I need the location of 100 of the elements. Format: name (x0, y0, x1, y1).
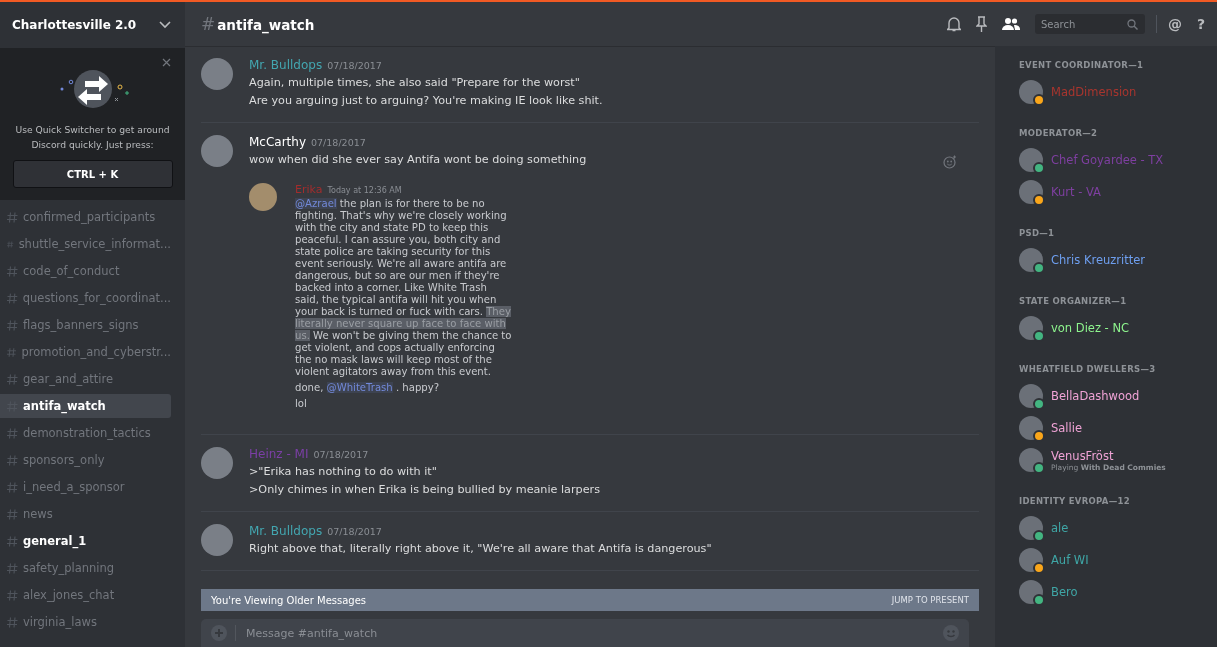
channel-item[interactable]: antifa_watch (0, 394, 171, 418)
message-text: lol (295, 398, 308, 410)
channel-item[interactable]: gear_and_attire (0, 367, 171, 391)
search-icon (1126, 19, 1138, 30)
username: Erika (295, 183, 323, 196)
avatar[interactable] (201, 135, 233, 167)
username[interactable]: Mr. Bulldops (249, 524, 323, 538)
hash-icon (7, 562, 18, 574)
message-input[interactable]: Message #antifa_watch (244, 625, 935, 641)
avatar[interactable] (1019, 580, 1043, 604)
avatar[interactable] (1019, 148, 1043, 172)
avatar[interactable] (1019, 248, 1043, 272)
bell-icon[interactable] (946, 16, 961, 32)
role-heading: WHEATFIELD DWELLERS—3 (1019, 364, 1157, 374)
channel-item[interactable]: news (0, 502, 171, 526)
member-name[interactable]: MadDimension (1051, 85, 1137, 99)
mention-link[interactable]: @WhiteTrash (326, 382, 393, 393)
hash-icon (7, 238, 14, 250)
hash-icon (7, 319, 18, 331)
message-composer[interactable]: Message #antifa_watch (201, 619, 969, 647)
add-reaction-icon[interactable] (943, 155, 957, 169)
channel-title: antifa_watch (217, 17, 315, 33)
member-name[interactable]: Auf WI (1051, 553, 1089, 567)
help-icon[interactable]: ? (1196, 16, 1205, 32)
channel-item[interactable]: demonstration_tactics (0, 421, 171, 445)
username[interactable]: McCarthy (249, 135, 307, 149)
hash-icon (7, 616, 18, 628)
timestamp: 07/18/2017 (313, 449, 369, 460)
jump-to-present-link[interactable]: JUMP TO PRESENT (891, 595, 969, 605)
channel-item[interactable]: sponsors_only (0, 448, 171, 472)
avatar[interactable] (1019, 180, 1043, 204)
member-name[interactable]: Chris Kreuzritter (1051, 253, 1146, 267)
member-name[interactable]: Chef Goyardee - TX (1051, 153, 1164, 167)
message-text: >"Erika has nothing to do with it" (249, 464, 437, 480)
hash-icon (7, 211, 18, 223)
avatar[interactable] (201, 58, 233, 90)
channel-item[interactable]: i_need_a_sponsor (0, 475, 171, 499)
channel-item[interactable]: alex_jones_chat (0, 583, 171, 607)
member-name[interactable]: Kurt - VA (1051, 185, 1101, 199)
shortcut-button[interactable]: CTRL + K (12, 160, 173, 188)
pin-icon[interactable] (975, 16, 987, 32)
hash-icon (7, 373, 18, 385)
timestamp: 07/18/2017 (327, 526, 382, 537)
role-heading: EVENT COORDINATOR—1 (1019, 60, 1145, 70)
username[interactable]: Heinz - MI (249, 447, 309, 461)
message-text: @Azrael the plan is for there to be no fighting. That's why we're closely working with the city and state PD to keep this peaceful. I can assure you, both city and state police are taking security for this event seriously. We're all aware antifa are dangerous, but so are our men if they're backed into a corner. Like White Trash said, the typical antifa will hit you when your back is turned or fuck with cars. They literally never square up face to face with us. We won't be giving them the chance to get violent, and cops actually enforcing the no mask laws will keep most of the violent agitators away from this event. (295, 198, 513, 378)
avatar[interactable] (1019, 384, 1043, 408)
hash-icon (7, 292, 18, 304)
avatar[interactable] (1019, 316, 1043, 340)
hash-icon (7, 589, 18, 601)
avatar (249, 183, 277, 211)
message-text: wow when did she ever say Antifa wont be doing something (249, 152, 587, 168)
role-heading: PSD—1 (1019, 228, 1056, 238)
hash-icon (7, 508, 18, 520)
avatar[interactable] (1019, 548, 1043, 572)
chevron-down-icon[interactable] (159, 21, 171, 29)
avatar[interactable] (1019, 80, 1043, 104)
members-icon[interactable] (1001, 17, 1020, 31)
role-heading: IDENTITY EVROPA—12 (1019, 496, 1131, 506)
username[interactable]: Mr. Bulldops (249, 58, 323, 72)
hash-icon (7, 454, 18, 466)
channel-item[interactable]: virginia_laws (0, 610, 171, 634)
mention-link[interactable]: @Azrael (295, 198, 337, 209)
mention-icon[interactable]: @ (1167, 16, 1182, 32)
channel-item[interactable]: shuttle_service_informat... (0, 232, 171, 256)
channel-item[interactable]: promotion_and_cyberstr... (0, 340, 171, 364)
channel-item[interactable]: safety_planning (0, 556, 171, 580)
message-text: done, @WhiteTrash . happy? (295, 382, 441, 394)
avatar[interactable] (1019, 416, 1043, 440)
channel-item[interactable]: questions_for_coordinat... (0, 286, 171, 310)
member-name[interactable]: BellaDashwood (1051, 389, 1140, 403)
avatar[interactable] (1019, 448, 1043, 472)
close-icon[interactable] (162, 58, 171, 67)
avatar[interactable] (1019, 516, 1043, 540)
member-name[interactable]: von Diez - NC (1051, 321, 1130, 335)
role-heading: STATE ORGANIZER—1 (1019, 296, 1128, 306)
timestamp: Today at 12:36 AM (327, 186, 402, 195)
older-messages-text: You're Viewing Older Messages (211, 594, 367, 606)
hash-icon (7, 265, 18, 277)
timestamp: 07/18/2017 (327, 60, 382, 71)
hash-icon (7, 481, 18, 493)
hash-icon (7, 535, 18, 547)
server-name: Charlottesville 2.0 (12, 18, 137, 32)
channel-item[interactable]: code_of_conduct (0, 259, 171, 283)
member-name[interactable]: ale (1051, 521, 1069, 535)
member-name[interactable]: Sallie (1051, 421, 1082, 435)
server-header[interactable]: Charlottesville 2.0 (0, 2, 185, 48)
member-name[interactable]: VenusFröst (1051, 448, 1166, 463)
hash-icon (7, 346, 17, 358)
timestamp: 07/18/2017 (311, 137, 366, 148)
channel-item[interactable]: flags_banners_signs (0, 313, 171, 337)
message-text: Are you arguing just to arguing? You're making IE look like shit. (249, 93, 603, 109)
avatar[interactable] (201, 524, 233, 556)
search-field[interactable]: Search (1034, 14, 1145, 34)
role-heading: MODERATOR—2 (1019, 128, 1099, 138)
channel-item[interactable]: confirmed_participants (0, 205, 171, 229)
avatar[interactable] (201, 447, 233, 479)
channel-item[interactable]: general_1 (0, 529, 171, 553)
member-name[interactable]: Bero (1051, 585, 1078, 599)
message-text: Right above that, literally right above it, "We're all aware that Antifa is dangerous" (249, 541, 712, 557)
